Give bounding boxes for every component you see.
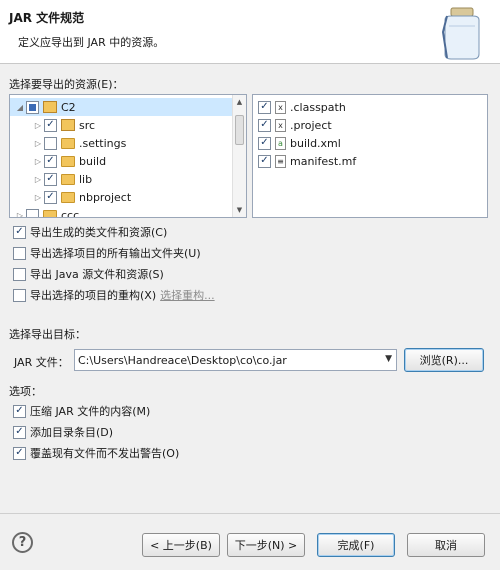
folder-icon <box>61 191 75 203</box>
resource-tree[interactable]: ◢ C2 ▷ ✓ src ▷ .settings ▷ ✓ build ▷ ✓ l… <box>9 94 247 218</box>
file-label: manifest.mf <box>290 154 357 168</box>
cancel-button[interactable]: 取消 <box>407 533 485 557</box>
jar-file-label: JAR 文件： <box>14 356 69 369</box>
project-icon <box>43 101 57 113</box>
list-item[interactable]: ✓ x .classpath <box>258 98 346 116</box>
tree-label: ccc <box>61 208 80 218</box>
export-output-folders-checkbox[interactable] <box>13 246 26 260</box>
tree-item-c2[interactable]: ◢ C2 <box>10 98 232 116</box>
wizard-banner: JAR 文件规范 定义应导出到 JAR 中的资源。 <box>0 0 500 64</box>
next-button[interactable]: 下一步(N) > <box>227 533 305 557</box>
export-refactorings-checkbox[interactable] <box>13 288 26 302</box>
option-label: 压缩 JAR 文件的内容(M) <box>30 405 151 418</box>
back-button[interactable]: < 上一步(B) <box>142 533 220 557</box>
scroll-thumb[interactable] <box>235 115 244 145</box>
list-item[interactable]: ✓ x .project <box>258 116 332 134</box>
select-refactorings-link[interactable]: 选择重构... <box>160 287 215 303</box>
file-label: .classpath <box>290 100 346 114</box>
footer-separator <box>0 513 500 514</box>
option-label: 导出选择的项目的重构(X) <box>30 289 157 302</box>
export-class-files-checkbox[interactable]: ✓ <box>13 225 26 239</box>
file-list[interactable]: ✓ x .classpath ✓ x .project ✓ a build.xm… <box>252 94 488 218</box>
export-class-files-option[interactable]: ✓ 导出生成的类文件和资源(C) <box>13 224 167 240</box>
expand-icon[interactable]: ▷ <box>32 139 44 148</box>
scroll-down-icon[interactable]: ▼ <box>233 203 246 217</box>
expand-icon[interactable]: ▷ <box>32 193 44 202</box>
help-icon[interactable]: ? <box>12 532 33 553</box>
list-item[interactable]: ✓ ≡ manifest.mf <box>258 152 356 170</box>
destination-section-label: 选择导出目标： <box>9 328 86 341</box>
export-output-folders-option[interactable]: 导出选择项目的所有输出文件夹(U) <box>13 245 201 261</box>
compress-option[interactable]: ✓ 压缩 JAR 文件的内容(M) <box>13 403 150 419</box>
tree-label: build <box>79 154 107 168</box>
compress-checkbox[interactable]: ✓ <box>13 404 26 418</box>
list-item[interactable]: ✓ a build.xml <box>258 134 341 152</box>
tree-checkbox[interactable] <box>26 208 39 217</box>
tree-item[interactable]: ▷ .settings <box>32 134 126 152</box>
tree-label: C2 <box>61 100 76 114</box>
overwrite-checkbox[interactable]: ✓ <box>13 446 26 460</box>
tree-item[interactable]: ▷ ✓ nbproject <box>32 188 131 206</box>
option-label: 覆盖现有文件而不发出警告(O) <box>30 447 180 460</box>
overwrite-option[interactable]: ✓ 覆盖现有文件而不发出警告(O) <box>13 445 179 461</box>
expand-icon[interactable]: ▷ <box>32 121 44 130</box>
source-folder-icon <box>61 119 75 131</box>
jar-icon <box>441 7 480 60</box>
tree-checkbox[interactable] <box>44 136 57 150</box>
add-dir-entries-checkbox[interactable]: ✓ <box>13 425 26 439</box>
option-label: 导出 Java 源文件和资源(S) <box>30 268 164 281</box>
file-icon: x <box>275 118 286 132</box>
export-java-source-option[interactable]: 导出 Java 源文件和资源(S) <box>13 266 164 282</box>
jar-path-value: C:\Users\Handreace\Desktop\co\co.jar <box>78 353 287 367</box>
option-label: 导出生成的类文件和资源(C) <box>30 226 168 239</box>
file-checkbox[interactable]: ✓ <box>258 136 271 150</box>
option-label: 添加目录条目(D) <box>30 426 114 439</box>
expand-icon[interactable]: ▷ <box>14 211 26 218</box>
file-checkbox[interactable]: ✓ <box>258 100 271 114</box>
expand-icon[interactable]: ▷ <box>32 157 44 166</box>
tree-label: nbproject <box>79 190 132 204</box>
collapse-icon[interactable]: ◢ <box>14 103 26 112</box>
tree-checkbox[interactable]: ✓ <box>44 172 57 186</box>
folder-icon <box>61 137 75 149</box>
tree-item[interactable]: ▷ ✓ lib <box>32 170 92 188</box>
tree-scrollbar[interactable]: ▲ ▼ <box>232 95 246 217</box>
tree-item-partial[interactable]: ▷ ccc <box>14 206 80 218</box>
file-label: .project <box>290 118 332 132</box>
option-label: 导出选择项目的所有输出文件夹(U) <box>30 247 201 260</box>
export-java-source-checkbox[interactable] <box>13 267 26 281</box>
text-file-icon: ≡ <box>275 154 286 168</box>
tree-label: lib <box>79 172 93 186</box>
browse-button[interactable]: 浏览(R)... <box>404 348 484 372</box>
tree-checkbox-c2[interactable] <box>26 100 39 114</box>
file-checkbox[interactable]: ✓ <box>258 118 271 132</box>
file-icon: x <box>275 100 286 114</box>
tree-item[interactable]: ▷ ✓ build <box>32 152 106 170</box>
wizard-title: JAR 文件规范 <box>9 11 85 25</box>
tree-checkbox[interactable]: ✓ <box>44 154 57 168</box>
finish-button[interactable]: 完成(F) <box>317 533 395 557</box>
dropdown-arrow-icon[interactable]: ▼ <box>385 354 392 364</box>
resources-label: 选择要导出的资源(E)： <box>9 78 124 91</box>
add-dir-entries-option[interactable]: ✓ 添加目录条目(D) <box>13 424 113 440</box>
folder-icon <box>61 173 75 185</box>
tree-label: src <box>79 118 96 132</box>
folder-icon <box>43 209 57 217</box>
scroll-up-icon[interactable]: ▲ <box>233 95 246 109</box>
expand-icon[interactable]: ▷ <box>32 175 44 184</box>
wizard-description: 定义应导出到 JAR 中的资源。 <box>18 36 165 49</box>
file-checkbox[interactable]: ✓ <box>258 154 271 168</box>
tree-label: .settings <box>79 136 127 150</box>
export-refactorings-option[interactable]: 导出选择的项目的重构(X) 选择重构... <box>13 287 215 303</box>
tree-checkbox[interactable]: ✓ <box>44 118 57 132</box>
options-section-label: 选项： <box>9 385 42 398</box>
tree-checkbox[interactable]: ✓ <box>44 190 57 204</box>
jar-path-combo[interactable]: C:\Users\Handreace\Desktop\co\co.jar ▼ <box>74 349 397 371</box>
tree-item[interactable]: ▷ ✓ src <box>32 116 95 134</box>
file-label: build.xml <box>290 136 341 150</box>
folder-icon <box>61 155 75 167</box>
ant-file-icon: a <box>275 136 286 150</box>
